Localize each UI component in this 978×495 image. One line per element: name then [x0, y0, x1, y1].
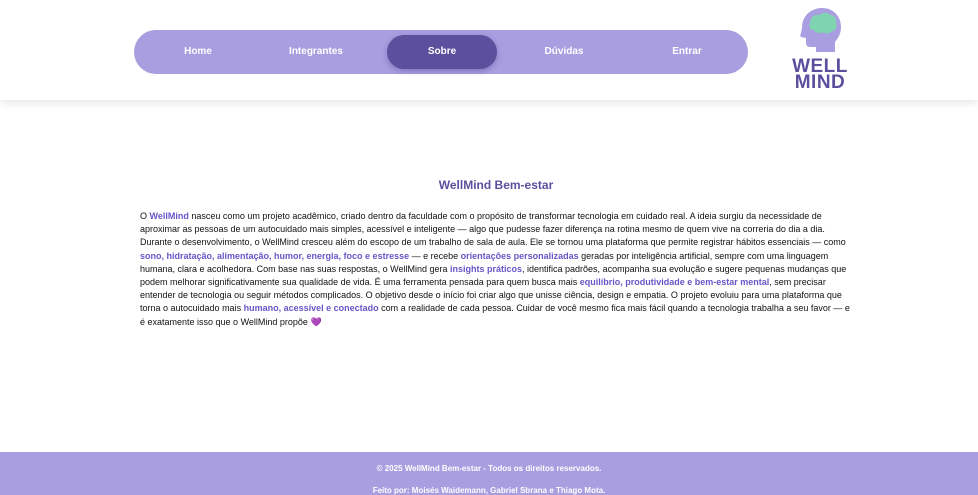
nav-duvidas[interactable]: Dúvidas	[514, 35, 614, 69]
paragraph-text: nasceu como um projeto acadêmico, criado…	[140, 211, 846, 248]
nav-entrar[interactable]: Entrar	[637, 35, 737, 69]
page-title: WellMind Bem-estar	[438, 178, 554, 192]
head-brain-icon	[800, 8, 841, 52]
highlight-text: sono, hidratação, alimentação, humor, en…	[140, 250, 410, 261]
highlight-text: orientações personalizadas	[460, 250, 579, 261]
nav-sobre[interactable]: Sobre	[387, 35, 497, 69]
highlight-text: insights práticos	[450, 263, 523, 274]
main-nav: Home Integrantes Sobre Dúvidas Entrar	[134, 30, 748, 74]
nav-integrantes[interactable]: Integrantes	[266, 35, 366, 69]
paragraph-text: — e recebe	[409, 250, 461, 261]
site-footer: © 2025 WellMind Bem-estar - Todos os dir…	[0, 452, 978, 495]
nav-home[interactable]: Home	[148, 35, 248, 69]
site-header: Home Integrantes Sobre Dúvidas Entrar WE…	[0, 0, 978, 100]
about-section: WellMind Bem-estar O WellMind nasceu com…	[140, 178, 852, 329]
heart-icon: 💜	[310, 316, 322, 327]
paragraph-text: O	[140, 211, 150, 221]
footer-copyright: © 2025 WellMind Bem-estar - Todos os dir…	[376, 464, 602, 473]
footer-credits: Feito por: Moisés Waidemann, Gabriel Sbr…	[372, 486, 606, 495]
highlight-text: humano, acessível e conectado	[243, 303, 379, 314]
highlight-text: WellMind	[149, 211, 189, 221]
highlight-text: equilíbrio, produtividade e bem-estar me…	[579, 277, 770, 288]
about-paragraph: O WellMind nasceu como um projeto acadêm…	[140, 210, 852, 329]
wellmind-logo[interactable]: WELL MIND	[780, 6, 860, 98]
logo-text-mind: MIND	[794, 72, 846, 93]
